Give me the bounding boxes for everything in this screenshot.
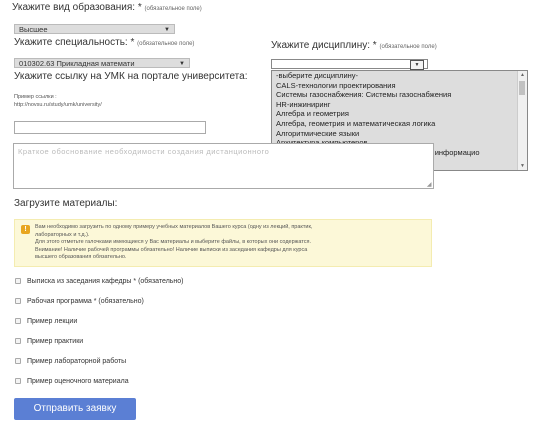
scroll-up-icon[interactable]: ▲ [519, 71, 526, 79]
list-item[interactable]: CALS-технологии проектирования [272, 81, 527, 91]
chevron-down-icon[interactable]: ▼ [410, 60, 424, 70]
umk-example-url: http://novsu.ru/study/umk/university/ [14, 102, 102, 108]
list-item[interactable]: Системы газоснабжения: Системы газоснабж… [272, 90, 527, 100]
scrollbar-thumb[interactable] [519, 81, 525, 95]
chevron-down-icon: ▼ [179, 61, 185, 67]
warning-icon: ! [21, 225, 30, 234]
discipline-select[interactable]: ▼ [271, 59, 428, 70]
materials-notice: ! Вам необходимо загрузить по одному при… [14, 219, 432, 267]
checkbox-assessment[interactable] [15, 378, 21, 384]
materials-title: Загрузите материалы: [14, 198, 118, 209]
list-item[interactable]: Алгебра и геометрия [272, 109, 527, 119]
checkbox-label: Пример оценочного материала [27, 378, 129, 385]
notice-text: Вам необходимо загрузить по одному приме… [35, 224, 313, 260]
list-item[interactable]: -выберите дисциплину- [272, 71, 527, 81]
checkbox-label: Пример лекции [27, 318, 78, 325]
list-item[interactable]: HR-инжиниринг [272, 100, 527, 110]
scroll-down-icon[interactable]: ▼ [519, 162, 526, 170]
checkbox-minutes[interactable] [15, 278, 21, 284]
checkbox-label: Выписка из заседания кафедры * (обязател… [27, 278, 184, 285]
scrollbar[interactable]: ▲ ▼ [517, 71, 527, 170]
checkbox-label: Пример лабораторной работы [27, 358, 127, 365]
checkbox-practice[interactable] [15, 338, 21, 344]
justification-textarea[interactable]: Краткое обоснование необходимости создан… [13, 143, 434, 189]
submit-button[interactable]: Отправить заявку [14, 398, 136, 420]
specialty-label: Укажите специальность: * (обязательное п… [14, 37, 195, 48]
discipline-label: Укажите дисциплину: * (обязательное поле… [271, 40, 437, 51]
education-type-select[interactable]: Высшее ▼ [14, 24, 175, 34]
education-type-label: Укажите вид образования: * (обязательное… [12, 2, 202, 13]
specialty-select[interactable]: 010302.63 Прикладная математи ▼ [14, 58, 190, 68]
chevron-down-icon: ▼ [164, 27, 170, 33]
checkbox-lecture[interactable] [15, 318, 21, 324]
list-item[interactable]: Алгоритмические языки [272, 129, 527, 139]
umk-link-label: Укажите ссылку на УМК на портале универс… [14, 71, 248, 82]
list-item[interactable]: Алгебра, геометрия и математическая логи… [272, 119, 527, 129]
checkbox-lab[interactable] [15, 358, 21, 364]
checkbox-label: Рабочая программа * (обязательно) [27, 298, 144, 305]
checkbox-work-program[interactable] [15, 298, 21, 304]
umk-example-label: Пример ссылки : [14, 94, 57, 100]
umk-link-input[interactable] [14, 121, 206, 134]
resize-handle-icon[interactable]: ◢ [427, 181, 432, 188]
checkbox-label: Пример практики [27, 338, 84, 345]
